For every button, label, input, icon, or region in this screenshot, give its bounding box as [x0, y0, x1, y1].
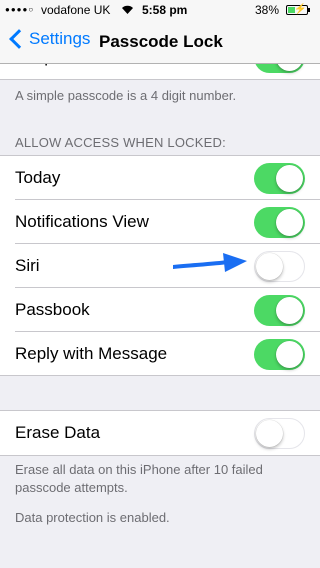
row-label: Today [15, 168, 61, 187]
status-bar: ●●●●○ vodafone UK 5:58 pm 38% ⚡ [0, 0, 320, 20]
row-label: Reply with Message [15, 344, 168, 363]
battery-percent: 38% [255, 3, 280, 17]
toggle-knob [276, 341, 303, 368]
page-title: Passcode Lock [99, 32, 223, 51]
list-item-today: Today [0, 156, 320, 200]
row-label: Siri [15, 256, 40, 275]
today-toggle[interactable] [254, 163, 305, 194]
back-button-label: Settings [29, 29, 91, 48]
divider [0, 79, 320, 80]
list-item-notifications-view: Notifications View [0, 200, 320, 244]
section-header: ALLOW ACCESS WHEN LOCKED: [15, 135, 226, 150]
list-item-passbook: Passbook [0, 288, 320, 332]
simple-passcode-footer: A simple passcode is a 4 digit number. [15, 88, 237, 103]
wifi-icon [121, 4, 134, 18]
notifications-view-toggle[interactable] [254, 207, 305, 238]
chevron-left-icon [9, 29, 29, 49]
toggle-knob [256, 419, 283, 447]
siri-toggle[interactable] [254, 251, 305, 282]
toggle-knob [256, 252, 283, 280]
reply-with-message-toggle[interactable] [254, 339, 305, 370]
divider [0, 375, 320, 376]
carrier-name: vodafone UK [41, 3, 111, 17]
erase-data-footer: Erase all data on this iPhone after 10 f… [15, 462, 263, 495]
toggle-knob [276, 209, 303, 236]
data-protection-note: Data protection is enabled. [15, 510, 170, 525]
annotation-arrow-icon [173, 253, 247, 272]
row-label: Passbook [15, 300, 90, 319]
list-item-siri: Siri [0, 244, 320, 288]
navigation-bar: Settings Passcode Lock [0, 20, 320, 64]
toggle-knob [276, 165, 303, 192]
row-label: Erase Data [15, 423, 101, 442]
charging-bolt-icon: ⚡ [294, 4, 307, 15]
row-label: Notifications View [15, 212, 149, 231]
status-time: 5:58 pm [142, 3, 188, 17]
erase-data-toggle[interactable] [254, 418, 305, 449]
divider [0, 455, 320, 456]
toggle-knob [276, 297, 303, 324]
list-item-reply-with-message: Reply with Message [0, 332, 320, 376]
back-button[interactable]: Settings [6, 29, 90, 49]
list-item-erase-data: Erase Data [0, 411, 320, 455]
passbook-toggle[interactable] [254, 295, 305, 326]
signal-strength-icon: ●●●●○ [5, 5, 35, 14]
